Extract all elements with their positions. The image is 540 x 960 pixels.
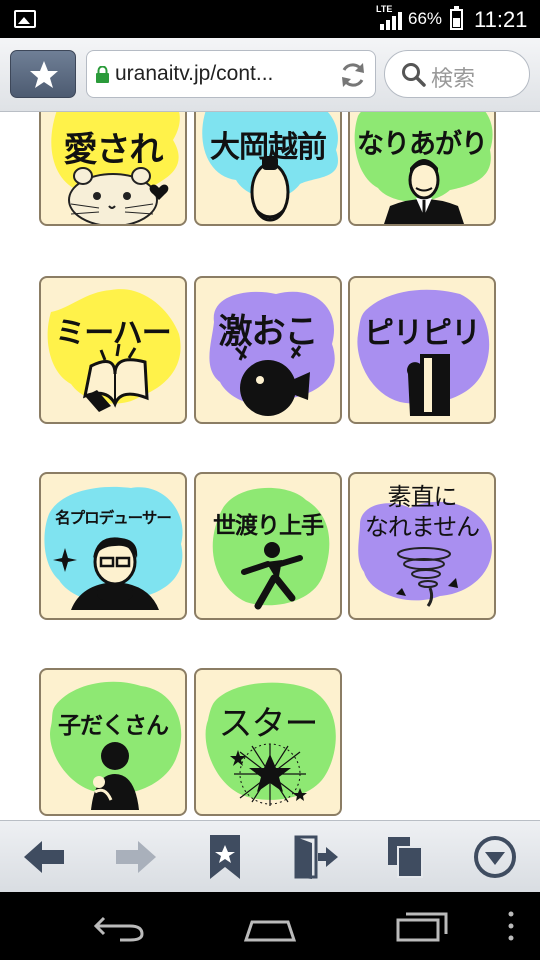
tile-piripiri[interactable]: ピリピリ	[348, 276, 496, 424]
overflow-menu-icon[interactable]	[504, 908, 518, 944]
search-icon	[402, 63, 426, 87]
star-icon	[30, 61, 58, 88]
menu-down-icon[interactable]	[470, 833, 520, 881]
tile-gekioko[interactable]: 激おこ	[194, 276, 342, 424]
fortune-tile-grid: 愛され 大岡越前 なりあがり ミーハー 激おこ ピリピリ 名プロデューサー 世渡…	[0, 112, 540, 820]
back-icon[interactable]	[90, 908, 150, 944]
businessman-icon	[384, 159, 464, 224]
tile-aisare[interactable]: 愛され	[39, 112, 187, 226]
pufferfish-icon	[234, 345, 310, 416]
status-bar: LTE 66% 11:21	[0, 0, 540, 38]
tile-yowatari-jouzu[interactable]: 世渡り上手	[194, 472, 342, 620]
battery-icon	[450, 6, 463, 30]
reload-icon[interactable]	[337, 59, 369, 91]
browser-bottom-bar	[0, 820, 540, 892]
system-nav-bar	[0, 892, 540, 960]
parent-child-icon	[91, 742, 139, 810]
signal-icon	[380, 12, 402, 30]
lock-icon	[96, 66, 109, 83]
samurai-head-icon	[250, 156, 290, 222]
browser-toolbar: uranaitv.jp/cont... 検索	[0, 38, 540, 112]
exit-door-icon[interactable]	[290, 833, 340, 881]
tile-kodakusan[interactable]: 子だくさん	[39, 668, 187, 816]
tornado-icon	[396, 547, 458, 607]
bookmarks-button[interactable]	[10, 50, 76, 98]
tile-mei-producer[interactable]: 名プロデューサー	[39, 472, 187, 620]
tabs-icon[interactable]	[380, 833, 430, 881]
door-icon	[407, 354, 450, 416]
hamster-icon	[68, 167, 169, 224]
tile-sunao-ni-naremasen[interactable]: 素直に なれません	[348, 472, 496, 620]
clock: 11:21	[474, 7, 528, 32]
star-burst-icon	[230, 743, 307, 806]
home-icon[interactable]	[240, 908, 300, 944]
forward-arrow-icon[interactable]	[110, 833, 160, 881]
book-icon	[83, 343, 149, 412]
tile-miihaa[interactable]: ミーハー	[39, 276, 187, 424]
gallery-notification-icon	[14, 10, 36, 28]
tile-star[interactable]: スター	[194, 668, 342, 816]
tile-nariagari[interactable]: なりあがり	[348, 112, 496, 226]
dancing-person-icon	[241, 542, 303, 610]
producer-icon	[53, 537, 159, 610]
tile-ooka-echizen[interactable]: 大岡越前	[194, 112, 342, 226]
battery-percent: 66%	[408, 9, 443, 28]
search-field[interactable]: 検索	[384, 50, 530, 98]
url-text: uranaitv.jp/cont...	[115, 62, 274, 85]
recents-icon[interactable]	[392, 908, 452, 944]
search-placeholder: 検索	[431, 67, 476, 92]
bookmark-icon[interactable]	[200, 833, 250, 881]
url-field[interactable]: uranaitv.jp/cont...	[86, 50, 376, 98]
back-arrow-icon[interactable]	[20, 833, 70, 881]
